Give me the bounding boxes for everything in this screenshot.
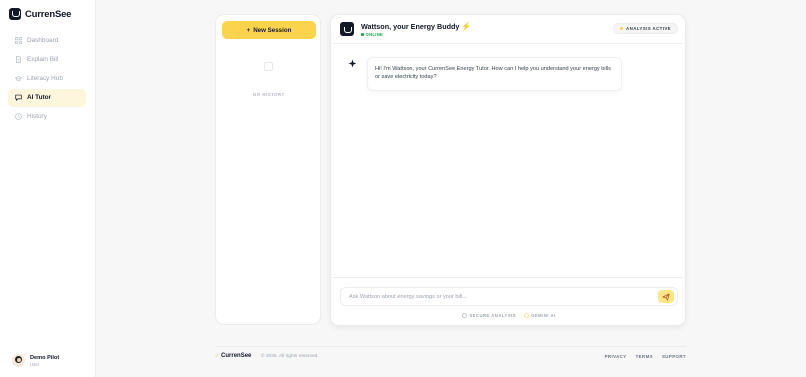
page-footer: ○ CurrenSee © 2026. All rights reserved.…	[215, 346, 686, 364]
sidebar: CurrenSee Dashboard Explain Bill Literac…	[0, 0, 96, 377]
footer-link-terms[interactable]: TERMS	[636, 354, 653, 359]
chat-title: Wattson, your Energy Buddy ⚡	[361, 22, 471, 31]
user-profile[interactable]: Demo Pilot User	[12, 354, 59, 367]
send-icon	[662, 293, 670, 301]
composer-tags: SECURE ANALYSIS GEMINI AI	[331, 313, 687, 318]
message-input-wrapper	[340, 287, 678, 306]
footer-brand-name: CurrenSee	[221, 353, 252, 359]
badge-dot-icon	[620, 27, 624, 30]
sidebar-item-history[interactable]: History	[8, 108, 86, 126]
user-info: Demo Pilot User	[30, 355, 59, 367]
sidebar-item-label: Dashboard	[27, 36, 59, 44]
gemini-ai-label: GEMINI AI	[531, 313, 556, 318]
sidebar-nav: Dashboard Explain Bill Literacy Hub AI T…	[8, 31, 86, 127]
sidebar-item-explain-bill[interactable]: Explain Bill	[8, 50, 86, 68]
new-session-label: New Session	[253, 26, 292, 34]
chat-panel: Wattson, your Energy Buddy ⚡ ONLINE ANAL…	[330, 14, 687, 327]
message-input[interactable]	[349, 288, 649, 305]
footer-links: PRIVACY TERMS SUPPORT	[605, 354, 686, 359]
sparkle-icon	[347, 59, 357, 69]
footer-link-support[interactable]: SUPPORT	[662, 354, 686, 359]
lightning-icon: ⚡	[461, 22, 472, 31]
sun-icon: ○	[215, 353, 219, 359]
online-status: ONLINE	[361, 32, 383, 37]
chat-title-text: Wattson, your Energy Buddy	[361, 22, 460, 31]
shield-icon	[462, 313, 468, 318]
sessions-panel: + New Session NO HISTORY	[215, 14, 321, 325]
secure-analysis-tag: SECURE ANALYSIS	[462, 313, 516, 318]
analysis-status-badge: ANALYSIS ACTIVE	[613, 23, 678, 34]
graduation-cap-icon	[15, 75, 22, 81]
chat-bubble-icon	[15, 94, 22, 102]
grid-icon	[15, 36, 22, 44]
analysis-badge-text: ANALYSIS ACTIVE	[626, 26, 671, 31]
sidebar-item-label: History	[27, 113, 47, 121]
footer-brand: ○ CurrenSee	[215, 353, 251, 359]
user-role: User	[30, 361, 40, 367]
gemini-icon	[524, 313, 529, 318]
gemini-ai-tag: GEMINI AI	[524, 313, 556, 318]
document-icon	[16, 55, 21, 63]
online-status-text: ONLINE	[365, 32, 384, 37]
avatar	[12, 354, 25, 367]
brand-name: CurrenSee	[25, 8, 72, 20]
sidebar-item-label: Explain Bill	[27, 55, 59, 63]
status-dot-icon	[361, 33, 364, 36]
bot-message: Hi! I'm Wattson, your CurrenSee Energy T…	[367, 57, 622, 91]
bot-avatar-icon	[340, 22, 354, 36]
new-session-button[interactable]: + New Session	[222, 21, 316, 39]
sidebar-item-label: Literacy Hub	[27, 74, 63, 82]
chat-header: Wattson, your Energy Buddy ⚡ ONLINE ANAL…	[331, 15, 687, 44]
clock-icon	[15, 113, 22, 121]
copyright: © 2026. All rights reserved.	[261, 354, 319, 359]
logo-icon	[9, 8, 21, 20]
sidebar-item-literacy-hub[interactable]: Literacy Hub	[8, 69, 86, 87]
sidebar-item-ai-tutor[interactable]: AI Tutor	[8, 88, 86, 107]
no-history-label: NO HISTORY	[253, 92, 285, 97]
user-name: Demo Pilot	[30, 354, 60, 361]
brand[interactable]: CurrenSee	[9, 8, 71, 20]
send-button[interactable]	[658, 290, 674, 303]
secure-analysis-label: SECURE ANALYSIS	[469, 313, 517, 318]
sidebar-item-dashboard[interactable]: Dashboard	[8, 31, 86, 49]
plus-icon: +	[246, 26, 251, 34]
chat-composer: SECURE ANALYSIS GEMINI AI	[331, 277, 687, 327]
empty-history-icon	[264, 62, 273, 71]
footer-link-privacy[interactable]: PRIVACY	[605, 354, 627, 359]
sidebar-item-label: AI Tutor	[27, 94, 52, 102]
